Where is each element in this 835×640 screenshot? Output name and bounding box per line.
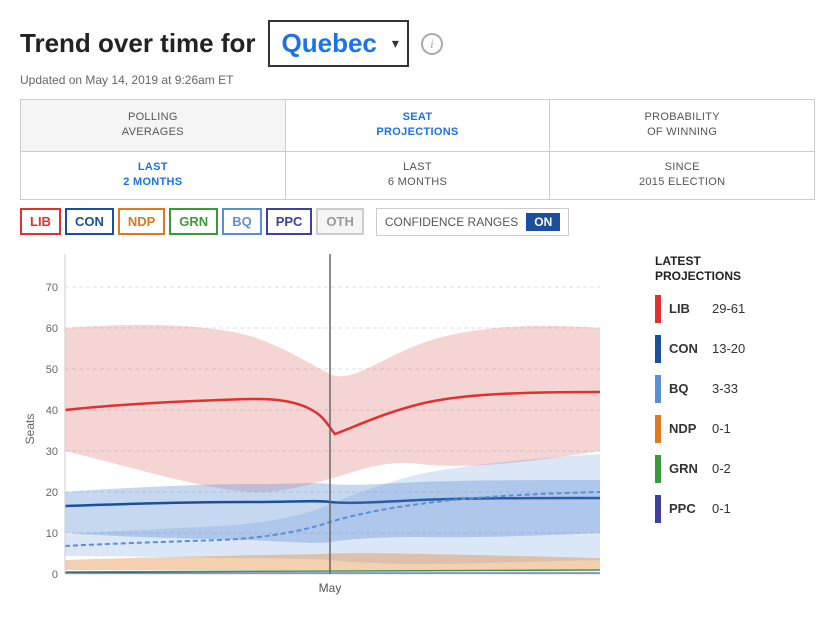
legend-party-bq: BQ [669, 381, 704, 396]
tab-seat-projections[interactable]: SEATPROJECTIONS [286, 100, 551, 151]
legend-range-con: 13-20 [712, 341, 745, 356]
party-button-con[interactable]: CON [65, 208, 114, 235]
legend-party-con: CON [669, 341, 704, 356]
legend-party-grn: GRN [669, 461, 704, 476]
party-button-oth[interactable]: OTH [316, 208, 363, 235]
outer-tabs: POLLINGAVERAGES SEATPROJECTIONS PROBABIL… [20, 99, 815, 152]
legend-bar-con [655, 335, 661, 363]
legend-range-ndp: 0-1 [712, 421, 731, 436]
legend-bar-ppc [655, 495, 661, 523]
party-button-ndp[interactable]: NDP [118, 208, 165, 235]
tab-last-6-months[interactable]: LAST6 MONTHS [286, 152, 551, 199]
legend-area: LATESTPROJECTIONS LIB 29-61 CON 13-20 BQ… [655, 244, 815, 609]
legend-title: LATESTPROJECTIONS [655, 254, 815, 285]
svg-text:0: 0 [52, 569, 58, 581]
tab-probability-winning[interactable]: PROBABILITYOF WINNING [550, 100, 814, 151]
tab-polling-averages[interactable]: POLLINGAVERAGES [21, 100, 286, 151]
grn-line [65, 570, 600, 572]
chart-area: Seats 0 10 2 [20, 244, 645, 609]
svg-text:20: 20 [46, 487, 58, 499]
svg-text:30: 30 [46, 446, 58, 458]
region-dropdown[interactable]: Quebec ▾ [268, 20, 409, 67]
legend-range-ppc: 0-1 [712, 501, 731, 516]
legend-party-lib: LIB [669, 301, 704, 316]
legend-range-bq: 3-33 [712, 381, 738, 396]
updated-text: Updated on May 14, 2019 at 9:26am ET [20, 73, 815, 87]
legend-item-ppc: PPC 0-1 [655, 495, 815, 523]
tab-last-2-months[interactable]: LAST2 MONTHS [21, 152, 286, 199]
legend-bar-lib [655, 295, 661, 323]
dropdown-value: Quebec [282, 28, 377, 59]
legend-range-grn: 0-2 [712, 461, 731, 476]
party-filter-row: LIB CON NDP GRN BQ PPC OTH CONFIDENCE RA… [20, 208, 815, 236]
legend-item-lib: LIB 29-61 [655, 295, 815, 323]
legend-item-con: CON 13-20 [655, 335, 815, 363]
party-button-ppc[interactable]: PPC [266, 208, 313, 235]
party-button-bq[interactable]: BQ [222, 208, 262, 235]
legend-party-ppc: PPC [669, 501, 704, 516]
legend-item-bq: BQ 3-33 [655, 375, 815, 403]
party-button-grn[interactable]: GRN [169, 208, 218, 235]
svg-text:70: 70 [46, 282, 58, 294]
legend-bar-grn [655, 455, 661, 483]
svg-text:50: 50 [46, 364, 58, 376]
x-axis-label: May [319, 581, 342, 595]
svg-text:40: 40 [46, 405, 58, 417]
trend-chart: Seats 0 10 2 [20, 244, 610, 604]
main-content: Seats 0 10 2 [20, 244, 815, 609]
y-axis-label: Seats [23, 413, 37, 444]
legend-bar-bq [655, 375, 661, 403]
confidence-label: CONFIDENCE RANGES [385, 215, 526, 229]
legend-item-ndp: NDP 0-1 [655, 415, 815, 443]
toggle-on-button[interactable]: ON [526, 213, 560, 231]
page-title: Trend over time for [20, 28, 256, 59]
confidence-toggle[interactable]: CONFIDENCE RANGES ON [376, 208, 569, 236]
legend-party-ndp: NDP [669, 421, 704, 436]
party-button-lib[interactable]: LIB [20, 208, 61, 235]
chevron-down-icon: ▾ [392, 35, 399, 52]
svg-text:60: 60 [46, 323, 58, 335]
legend-range-lib: 29-61 [712, 301, 745, 316]
svg-text:10: 10 [46, 528, 58, 540]
info-icon[interactable]: i [421, 33, 443, 55]
inner-tabs: LAST2 MONTHS LAST6 MONTHS SINCE2015 ELEC… [20, 152, 815, 200]
legend-bar-ndp [655, 415, 661, 443]
legend-item-grn: GRN 0-2 [655, 455, 815, 483]
tab-since-2015[interactable]: SINCE2015 ELECTION [550, 152, 814, 199]
